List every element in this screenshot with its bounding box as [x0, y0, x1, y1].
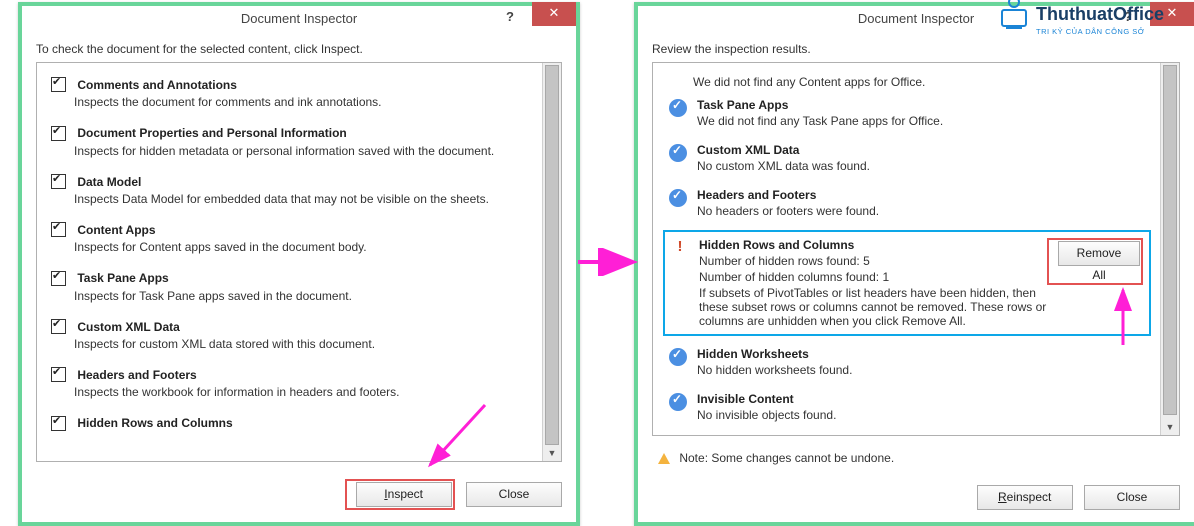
scroll-thumb[interactable]	[1163, 65, 1177, 415]
remove-all-button[interactable]: Remove All	[1058, 241, 1140, 266]
option-docprops[interactable]: Document Properties and Personal Informa…	[47, 119, 537, 167]
checkbox-icon[interactable]	[51, 77, 66, 92]
check-ok-icon	[669, 144, 687, 162]
scrollbar[interactable]: ▲ ▼	[542, 63, 561, 461]
watermark-logo: ThuthuatOffice TRI KỶ CỦA DÂN CÔNG SỞ	[996, 0, 1194, 49]
option-label: Data Model	[77, 174, 141, 188]
option-desc: Inspects the document for comments and i…	[74, 95, 533, 109]
result-title: Custom XML Data	[697, 143, 1149, 157]
result-invisible: Invisible Content No invisible objects f…	[663, 387, 1155, 432]
document-inspector-check-dialog: Document Inspector ? ✕ To check the docu…	[18, 2, 580, 526]
checkbox-icon[interactable]	[51, 416, 66, 431]
result-hiddenworksheets: Hidden Worksheets No hidden worksheets f…	[663, 342, 1155, 387]
checkbox-icon[interactable]	[51, 174, 66, 189]
result-desc: No headers or footers were found.	[697, 204, 1149, 218]
annotation-arrow-icon	[574, 248, 638, 276]
option-desc: Inspects for hidden metadata or personal…	[74, 144, 533, 158]
scroll-down-icon[interactable]: ▼	[543, 445, 561, 461]
option-label: Headers and Footers	[77, 368, 196, 382]
checkbox-icon[interactable]	[51, 367, 66, 382]
result-line2: Number of hidden columns found: 1	[699, 270, 1047, 284]
check-ok-icon	[669, 189, 687, 207]
option-label: Custom XML Data	[77, 319, 179, 333]
option-desc: Inspects for custom XML data stored with…	[74, 337, 533, 351]
result-headersfooters: Headers and Footers No headers or footer…	[663, 183, 1155, 228]
logo-tagline: TRI KỶ CỦA DÂN CÔNG SỞ	[1036, 27, 1145, 36]
titlebar: Document Inspector ? ✕	[22, 6, 576, 34]
scrollbar[interactable]: ▲ ▼	[1160, 63, 1179, 435]
result-title: Hidden Worksheets	[697, 347, 1149, 361]
help-button[interactable]: ?	[492, 6, 528, 30]
option-comments[interactable]: Comments and Annotations Inspects the do…	[47, 71, 537, 119]
warning-triangle-icon	[658, 453, 670, 464]
logo-brand: ThuthuatOffice	[1036, 4, 1164, 24]
warning-note-text: Note: Some changes cannot be undone.	[679, 451, 894, 465]
result-line1: Number of hidden rows found: 5	[699, 254, 1047, 268]
close-button[interactable]: Close	[1084, 485, 1180, 510]
annotation-arrow-icon	[400, 400, 490, 480]
annotation-arrow-icon	[1098, 280, 1148, 350]
close-button[interactable]: Close	[466, 482, 562, 507]
result-customxml: Custom XML Data No custom XML data was f…	[663, 138, 1155, 183]
result-desc: No invisible objects found.	[697, 408, 1149, 422]
result-title: Invisible Content	[697, 392, 1149, 406]
check-ok-icon	[669, 348, 687, 366]
checkbox-icon[interactable]	[51, 271, 66, 286]
result-title: Hidden Rows and Columns	[699, 238, 1047, 252]
results-list: We did not find any Content apps for Off…	[652, 62, 1180, 436]
option-customxml[interactable]: Custom XML Data Inspects for custom XML …	[47, 313, 537, 361]
result-cutoff-top: We did not find any Content apps for Off…	[663, 67, 1155, 93]
option-contentapps[interactable]: Content Apps Inspects for Content apps s…	[47, 216, 537, 264]
option-datamodel[interactable]: Data Model Inspects Data Model for embed…	[47, 168, 537, 216]
option-taskpane[interactable]: Task Pane Apps Inspects for Task Pane ap…	[47, 264, 537, 312]
check-ok-icon	[669, 393, 687, 411]
option-label: Hidden Rows and Columns	[77, 416, 232, 430]
reinspect-button[interactable]: Reinspect	[977, 485, 1073, 510]
checkbox-icon[interactable]	[51, 222, 66, 237]
intro-text: To check the document for the selected c…	[22, 34, 576, 62]
option-desc: Inspects Data Model for embedded data th…	[74, 192, 533, 206]
result-note: If subsets of PivotTables or list header…	[699, 286, 1047, 328]
close-button[interactable]: ✕	[532, 2, 576, 26]
check-ok-icon	[669, 99, 687, 117]
result-taskpane: Task Pane Apps We did not find any Task …	[663, 93, 1155, 138]
result-desc: No custom XML data was found.	[697, 159, 1149, 173]
result-title: Headers and Footers	[697, 188, 1149, 202]
option-label: Content Apps	[77, 223, 155, 237]
scroll-thumb[interactable]	[545, 65, 559, 445]
result-desc: We did not find any Task Pane apps for O…	[697, 114, 1149, 128]
result-title: Task Pane Apps	[697, 98, 1149, 112]
warning-note: Note: Some changes cannot be undone.	[652, 444, 1180, 472]
checkbox-icon[interactable]	[51, 126, 66, 141]
option-label: Comments and Annotations	[77, 78, 237, 92]
scroll-down-icon[interactable]: ▼	[1161, 419, 1179, 435]
option-label: Task Pane Apps	[77, 271, 168, 285]
option-label: Document Properties and Personal Informa…	[77, 126, 346, 140]
inspect-button[interactable]: Inspect	[356, 482, 452, 507]
warning-icon: !	[671, 239, 689, 257]
result-hiddenrows-highlighted: ! Hidden Rows and Columns Number of hidd…	[663, 230, 1151, 336]
checkbox-icon[interactable]	[51, 319, 66, 334]
document-inspector-results-dialog: Document Inspector ? ✕ Review the inspec…	[634, 2, 1194, 526]
dialog-footer: Reinspect Close	[652, 470, 1180, 510]
option-desc: Inspects the workbook for information in…	[74, 385, 533, 399]
highlight-removeall: Remove All	[1047, 238, 1143, 285]
result-desc: No hidden worksheets found.	[697, 363, 1149, 377]
option-desc: Inspects for Content apps saved in the d…	[74, 240, 533, 254]
option-desc: Inspects for Task Pane apps saved in the…	[74, 289, 533, 303]
highlight-inspect: Inspect	[345, 479, 455, 510]
